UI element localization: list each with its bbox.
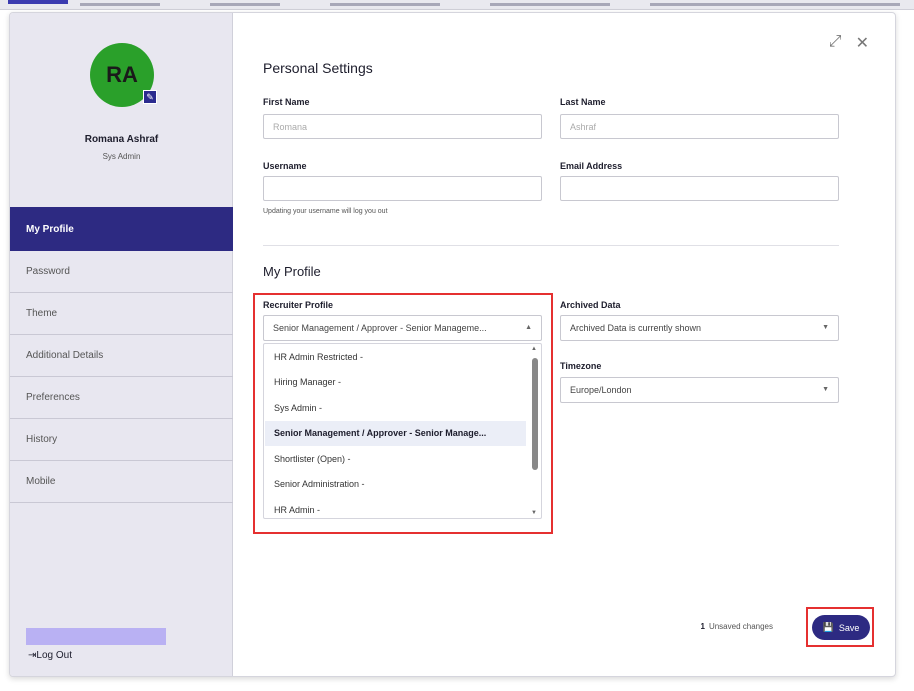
sidebar-item-mobile[interactable]: Mobile — [10, 461, 233, 503]
sidebar-item-label: Mobile — [26, 476, 56, 487]
first-name-field[interactable]: Romana — [263, 114, 542, 139]
archived-data-value: Archived Data is currently shown — [570, 323, 702, 333]
settings-nav: My Profile Password Theme Additional Det… — [10, 207, 233, 503]
settings-main: ⤢ ✕ Personal Settings First Name Romana … — [234, 13, 895, 676]
unsaved-count: 1 — [700, 622, 705, 631]
last-name-field[interactable]: Ashraf — [560, 114, 839, 139]
edit-avatar-icon[interactable]: ✎ — [143, 90, 157, 104]
user-role: Sys Admin — [102, 152, 141, 161]
timezone-label: Timezone — [560, 361, 602, 371]
sidebar-item-preferences[interactable]: Preferences — [10, 377, 233, 419]
email-field[interactable] — [560, 176, 839, 201]
avatar-initials: RA — [106, 62, 138, 87]
timezone-select[interactable]: Europe/London ▼ — [560, 377, 839, 403]
archived-data-label: Archived Data — [560, 300, 621, 310]
background-text-bar — [330, 3, 440, 6]
expand-icon[interactable]: ⤢ — [829, 33, 842, 53]
sidebar-item-theme[interactable]: Theme — [10, 293, 233, 335]
username-field[interactable] — [263, 176, 542, 201]
user-name: Romana Ashraf — [84, 134, 159, 145]
close-icon[interactable]: ✕ — [856, 33, 869, 53]
logout-label: Log Out — [36, 650, 72, 661]
last-name-label: Last Name — [560, 97, 606, 107]
settings-sidebar: RA ✎ Romana Ashraf Sys Admin My Profile … — [10, 13, 233, 676]
my-profile-heading: My Profile — [263, 264, 321, 279]
background-text-bar — [650, 3, 900, 6]
sidebar-color-block — [26, 628, 166, 645]
sidebar-item-additional-details[interactable]: Additional Details — [10, 335, 233, 377]
sidebar-item-label: Preferences — [26, 392, 80, 403]
first-name-label: First Name — [263, 97, 310, 107]
archived-data-select[interactable]: Archived Data is currently shown ▼ — [560, 315, 839, 341]
logout-link[interactable]: ⇥Log Out — [28, 650, 72, 661]
chevron-down-icon: ▼ — [822, 324, 829, 331]
background-tab-indicator — [8, 0, 68, 4]
settings-modal: RA ✎ Romana Ashraf Sys Admin My Profile … — [9, 12, 896, 677]
email-label: Email Address — [560, 161, 623, 171]
background-text-bar — [210, 3, 280, 6]
sidebar-item-my-profile[interactable]: My Profile — [10, 207, 233, 251]
unsaved-label: Unsaved changes — [708, 622, 773, 631]
background-text-bar — [80, 3, 160, 6]
username-label: Username — [263, 161, 307, 171]
unsaved-changes-indicator: 1 Unsaved changes — [701, 622, 774, 631]
sidebar-item-password[interactable]: Password — [10, 251, 233, 293]
sidebar-item-label: History — [26, 434, 58, 445]
username-hint: Updating your username will log you out — [263, 208, 388, 215]
sidebar-item-label: Additional Details — [26, 350, 104, 361]
sidebar-item-label: Password — [26, 266, 70, 277]
chevron-down-icon: ▼ — [822, 386, 829, 393]
timezone-value: Europe/London — [570, 385, 632, 395]
annotation-highlight-recruiter — [253, 293, 553, 534]
section-divider — [263, 245, 839, 246]
sidebar-item-history[interactable]: History — [10, 419, 233, 461]
sidebar-item-label: My Profile — [26, 223, 74, 235]
annotation-highlight-save — [806, 607, 874, 647]
background-header-strip — [0, 0, 914, 10]
sidebar-item-label: Theme — [26, 308, 58, 319]
background-text-bar — [490, 3, 610, 6]
page-title: Personal Settings — [263, 60, 373, 76]
window-controls: ⤢ ✕ — [829, 33, 869, 53]
